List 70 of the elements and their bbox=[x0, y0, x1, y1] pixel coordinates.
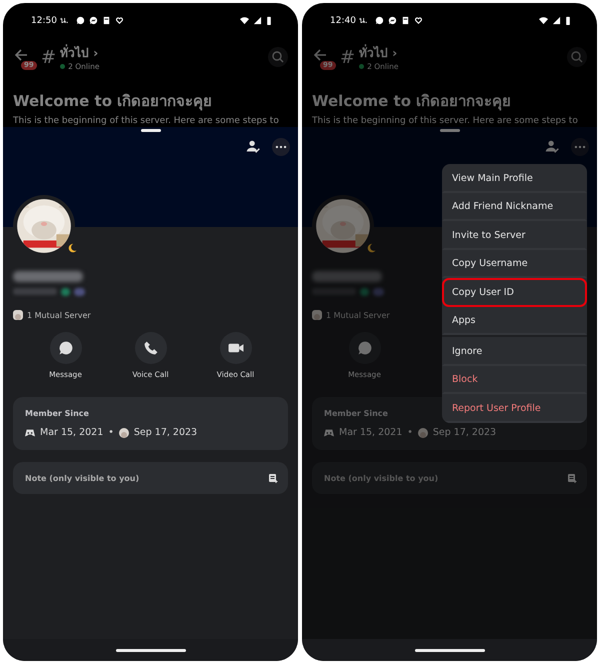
chat-bubble-icon bbox=[374, 16, 384, 24]
person-edit-icon[interactable] bbox=[244, 138, 262, 156]
signal-icon bbox=[253, 16, 262, 24]
home-indicator[interactable] bbox=[116, 648, 186, 652]
heart-icon bbox=[114, 16, 124, 24]
app-icon bbox=[102, 16, 111, 24]
back-arrow-icon[interactable] bbox=[13, 47, 29, 63]
blurred-name bbox=[13, 271, 83, 282]
drag-handle[interactable] bbox=[140, 129, 160, 132]
game-controller-icon bbox=[324, 428, 334, 438]
card-label: Member Since bbox=[324, 409, 388, 418]
signal-icon bbox=[552, 16, 561, 24]
menu-item[interactable]: Add Friend Nickname bbox=[442, 192, 587, 221]
join-date: Mar 15, 2021 bbox=[339, 427, 402, 438]
channel-name[interactable]: ทั่วไป › bbox=[60, 43, 100, 62]
card-label: Member Since bbox=[25, 409, 89, 418]
battery-icon bbox=[565, 16, 571, 24]
menu-item[interactable]: Apps bbox=[442, 306, 587, 335]
video-camera-icon bbox=[220, 332, 252, 364]
status-time: 12:40 น. bbox=[330, 15, 368, 27]
server-icon bbox=[418, 428, 428, 438]
back-arrow-icon[interactable] bbox=[312, 47, 328, 63]
note-icon bbox=[268, 473, 278, 483]
online-dot bbox=[60, 64, 66, 69]
server-join-date: Sep 17, 2023 bbox=[134, 427, 198, 438]
menu-item[interactable]: Copy User ID bbox=[442, 278, 587, 306]
channel-hash: # bbox=[41, 46, 56, 68]
wifi-icon bbox=[539, 16, 548, 24]
channel-hash: # bbox=[340, 46, 356, 68]
search-icon[interactable] bbox=[268, 47, 288, 67]
mutual-servers[interactable]: 1 Mutual Server bbox=[27, 310, 91, 320]
wifi-icon bbox=[240, 16, 249, 24]
separator-dot: • bbox=[108, 427, 114, 438]
welcome-title: Welcome to เกิดอยากจะคุย bbox=[13, 91, 214, 112]
menu-item[interactable]: Invite to Server bbox=[442, 221, 587, 250]
note-icon bbox=[567, 473, 577, 483]
server-icon bbox=[118, 428, 129, 438]
menu-item[interactable]: Report User Profile bbox=[442, 394, 587, 422]
chat-bubble-icon bbox=[348, 332, 380, 364]
menu-item[interactable]: Copy Username bbox=[442, 250, 587, 278]
blurred-name bbox=[312, 271, 382, 282]
chat-bubble-icon bbox=[388, 16, 397, 24]
server-join-date: Sep 17, 2023 bbox=[432, 427, 496, 438]
menu-item[interactable]: Block bbox=[442, 366, 587, 394]
app-icon bbox=[400, 16, 410, 24]
channel-name[interactable]: ทั่วไป › bbox=[359, 43, 398, 62]
game-controller-icon bbox=[25, 428, 35, 438]
join-date: Mar 15, 2021 bbox=[40, 427, 104, 438]
menu-item[interactable]: Ignore bbox=[442, 337, 587, 366]
welcome-text: This is the beginning of this server. Here are some steps to bbox=[13, 116, 280, 126]
menu-item[interactable]: View Main Profile bbox=[442, 164, 587, 192]
home-indicator[interactable] bbox=[414, 648, 484, 652]
blurred-username bbox=[13, 288, 85, 296]
more-icon[interactable] bbox=[272, 138, 290, 156]
blurred-username bbox=[312, 288, 384, 296]
welcome-title: Welcome to เกิดอยากจะคุย bbox=[312, 91, 512, 112]
welcome-text: This is the beginning of this server. Here are some steps to bbox=[312, 116, 579, 126]
online-dot bbox=[359, 64, 364, 69]
chat-bubble-icon bbox=[50, 332, 82, 364]
phone-icon bbox=[134, 332, 166, 364]
server-icon bbox=[13, 310, 23, 320]
drag-handle[interactable] bbox=[440, 129, 460, 132]
note-field[interactable]: Note (only visible to you) bbox=[13, 462, 288, 494]
battery-icon bbox=[266, 16, 272, 24]
heart-icon bbox=[414, 16, 423, 24]
server-icon bbox=[312, 310, 322, 320]
chat-bubble-icon bbox=[76, 16, 85, 24]
separator-dot: • bbox=[407, 427, 413, 438]
status-time: 12:50 น. bbox=[31, 15, 69, 27]
chat-bubble-icon bbox=[88, 16, 98, 24]
